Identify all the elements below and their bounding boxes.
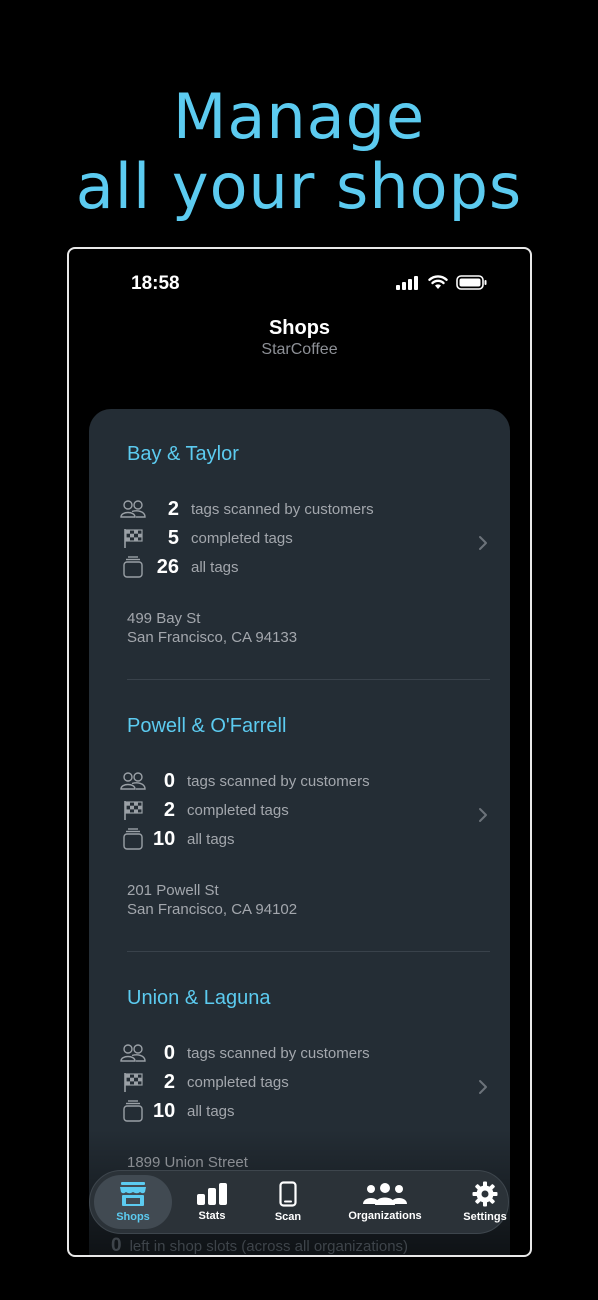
tab-label: Scan xyxy=(274,1211,302,1223)
chevron-right-icon[interactable] xyxy=(478,535,488,551)
stat-label: all tags xyxy=(191,558,239,576)
address-line-1: 201 Powell St xyxy=(127,882,219,899)
stat-label: completed tags xyxy=(191,529,293,547)
cellular-signal-icon xyxy=(396,275,418,290)
stat-label: tags scanned by customers xyxy=(187,772,370,790)
page-title: Shops xyxy=(268,317,331,339)
battery-icon xyxy=(456,275,487,290)
stat-label: tags scanned by customers xyxy=(187,1044,370,1062)
wifi-icon xyxy=(428,275,448,289)
stat-value: 0 xyxy=(163,769,175,792)
shop-name: Union & Laguna xyxy=(127,987,271,1009)
phone-screen: 18:58 Shops StarCoffee Bay & Taylor 2 ta… xyxy=(67,247,532,1257)
stat-value: 10 xyxy=(153,1099,176,1122)
tab-scan[interactable]: Scan xyxy=(258,1171,318,1233)
shop-slots-info: 0 left in shop slots (across all organiza… xyxy=(111,1235,409,1256)
tab-organizations[interactable]: Organizations xyxy=(332,1171,438,1233)
shop-slots-text: left in shop slots (across all organizat… xyxy=(129,1238,409,1255)
stat-label: tags scanned by customers xyxy=(191,500,374,518)
people-icon xyxy=(119,769,147,793)
stat-scanned: 2 tags scanned by customers xyxy=(119,496,374,522)
stat-completed: 5 completed tags xyxy=(119,525,293,551)
tab-label: Organizations xyxy=(348,1210,422,1222)
tab-settings[interactable]: Settings xyxy=(450,1171,520,1233)
divider xyxy=(127,951,490,952)
tab-label: Shops xyxy=(116,1211,150,1223)
tab-label: Settings xyxy=(463,1211,507,1223)
stat-completed: 2 completed tags xyxy=(119,797,289,823)
status-time: 18:58 xyxy=(131,273,180,294)
tab-stats[interactable]: Stats xyxy=(182,1171,242,1233)
tab-shops[interactable]: Shops xyxy=(94,1175,172,1229)
checkered-flag-icon xyxy=(119,526,147,550)
stat-all: 26 all tags xyxy=(119,554,239,580)
people-icon xyxy=(119,1041,147,1065)
divider xyxy=(127,679,490,680)
checkered-flag-icon xyxy=(119,798,147,822)
shop-row[interactable]: Powell & O'Farrell 0 tags scanned by cus… xyxy=(89,681,510,953)
phone-icon xyxy=(279,1181,297,1207)
stat-label: all tags xyxy=(187,830,235,848)
tab-bar: Shops Stats Scan Organizations Settings xyxy=(89,1170,509,1234)
address-line-1: 499 Bay St xyxy=(127,610,201,627)
address-line-2: San Francisco, CA 94102 xyxy=(127,901,298,918)
stat-value: 0 xyxy=(163,1041,175,1064)
headline: Manage all your shops xyxy=(0,82,598,222)
stat-scanned: 0 tags scanned by customers xyxy=(119,768,370,794)
stat-all: 10 all tags xyxy=(119,826,235,852)
bar-chart-icon xyxy=(197,1183,227,1205)
tag-stack-icon xyxy=(119,1099,147,1123)
stat-value: 10 xyxy=(153,827,176,850)
shop-name: Powell & O'Farrell xyxy=(127,715,287,737)
stat-scanned: 0 tags scanned by customers xyxy=(119,1040,370,1066)
stat-value: 2 xyxy=(167,497,179,520)
checkered-flag-icon xyxy=(119,1070,147,1094)
shop-row[interactable]: Bay & Taylor 2 tags scanned by customers… xyxy=(89,409,510,681)
tag-stack-icon xyxy=(119,827,147,851)
tag-stack-icon xyxy=(119,555,147,579)
stat-label: completed tags xyxy=(187,1073,289,1091)
stat-completed: 2 completed tags xyxy=(119,1069,289,1095)
stat-label: completed tags xyxy=(187,801,289,819)
stat-value: 26 xyxy=(156,555,179,578)
people-group-icon xyxy=(363,1183,407,1205)
tab-label: Stats xyxy=(198,1210,226,1222)
page-subtitle: StarCoffee xyxy=(261,341,338,358)
address-line-2: San Francisco, CA 94133 xyxy=(127,629,298,646)
stat-value: 2 xyxy=(163,798,175,821)
chevron-right-icon[interactable] xyxy=(478,1079,488,1095)
status-icons xyxy=(396,275,488,290)
shop-slots-count: 0 xyxy=(111,1235,122,1256)
headline-line-2: all your shops xyxy=(75,150,523,223)
stat-all: 10 all tags xyxy=(119,1098,235,1124)
shop-name: Bay & Taylor xyxy=(127,443,239,465)
shop-address: 201 Powell St San Francisco, CA 94102 xyxy=(127,881,297,919)
shop-address: 499 Bay St San Francisco, CA 94133 xyxy=(127,609,297,647)
stat-value: 2 xyxy=(163,1070,175,1093)
chevron-right-icon[interactable] xyxy=(478,807,488,823)
people-icon xyxy=(119,497,147,521)
stat-label: all tags xyxy=(187,1102,235,1120)
headline-line-1: Manage xyxy=(172,80,426,153)
storefront-icon xyxy=(120,1182,146,1206)
shop-list: Bay & Taylor 2 tags scanned by customers… xyxy=(89,409,510,1255)
gear-icon xyxy=(472,1181,498,1207)
stat-value: 5 xyxy=(167,526,179,549)
